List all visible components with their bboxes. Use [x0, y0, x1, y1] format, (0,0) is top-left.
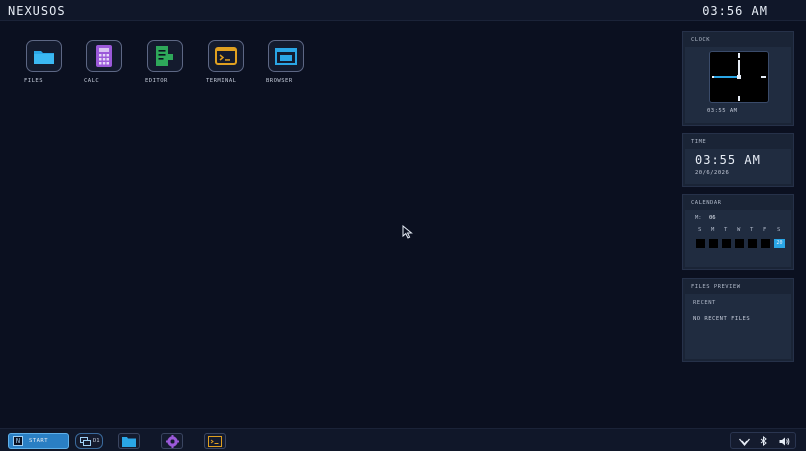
desktop-icon-files[interactable]: FILES	[22, 40, 66, 84]
desktop-icon-label: CALC	[84, 78, 100, 84]
desktop-icon-label: FILES	[24, 78, 44, 84]
desktop-icon-label: EDITOR	[145, 78, 168, 84]
top-bar: NEXUSOS 03:56 AM	[0, 0, 806, 21]
desktop-icon-editor[interactable]: EDITOR	[143, 40, 187, 84]
calendar-day-cell[interactable]	[722, 239, 731, 248]
widget-title: CLOCK	[691, 37, 711, 43]
date-readout: 20/6/2026	[695, 170, 730, 176]
files-preview-widget[interactable]: FILES PREVIEW RECENT NO RECENT FILES	[682, 278, 794, 362]
terminal-icon	[215, 47, 237, 65]
taskbar: N START D1	[0, 428, 806, 451]
weekday-header: T	[750, 227, 754, 233]
weekday-header: M	[711, 227, 715, 233]
widget-title: TIME	[691, 139, 707, 145]
bluetooth-icon[interactable]	[760, 436, 767, 446]
desktop-icon-terminal[interactable]: TERMINAL	[204, 40, 248, 84]
calendar-today-cell[interactable]: 20	[774, 239, 785, 248]
desktop-icon-label: TERMINAL	[206, 78, 237, 84]
desktop-switch-icon	[80, 436, 91, 446]
workspace-button[interactable]: D1	[75, 433, 103, 449]
widget-title: CALENDAR	[691, 200, 722, 206]
browser-window-icon	[275, 47, 297, 65]
time-readout: 03:55 AM	[695, 153, 761, 167]
weekday-header: W	[737, 227, 741, 233]
recent-files-header: RECENT	[693, 300, 716, 306]
start-button[interactable]: N START	[8, 433, 69, 449]
start-logo-icon: N	[13, 436, 23, 446]
calendar-month-prefix: M:	[695, 215, 702, 221]
terminal-icon	[208, 435, 222, 447]
document-edit-icon	[156, 46, 173, 66]
calendar-day-cell[interactable]	[735, 239, 744, 248]
analog-clock	[709, 51, 769, 103]
calendar-day-cell[interactable]	[761, 239, 770, 248]
weekday-header: T	[724, 227, 728, 233]
wifi-icon[interactable]	[739, 438, 750, 446]
gear-icon	[165, 434, 179, 448]
taskbar-settings-button[interactable]	[161, 433, 183, 449]
widget-title: FILES PREVIEW	[691, 284, 741, 290]
workspace-label: D1	[93, 438, 100, 444]
volume-icon[interactable]	[779, 437, 790, 446]
system-tray	[730, 432, 796, 449]
weekday-header: F	[763, 227, 767, 233]
time-widget[interactable]: TIME 03:55 AM 20/6/2026	[682, 133, 794, 187]
weekday-header: S	[777, 227, 781, 233]
clock-widget[interactable]: CLOCK 03:55 AM	[682, 31, 794, 126]
top-clock: 03:56 AM	[702, 4, 768, 18]
desktop-icon-calc[interactable]: CALC	[82, 40, 126, 84]
calendar-day-cell[interactable]	[696, 239, 705, 248]
folder-icon	[34, 50, 54, 64]
no-recent-files-text: NO RECENT FILES	[693, 316, 751, 322]
desktop-icon-label: BROWSER	[266, 78, 293, 84]
weekday-header: S	[698, 227, 702, 233]
brand-title: NEXUSOS	[8, 4, 66, 18]
calendar-widget[interactable]: CALENDAR M: 06 S M T W T F S 20	[682, 194, 794, 270]
clock-digital-readout: 03:55 AM	[707, 108, 738, 114]
mouse-cursor-icon	[402, 225, 413, 239]
desktop-icon-browser[interactable]: BROWSER	[264, 40, 308, 84]
start-label: START	[29, 438, 49, 444]
taskbar-terminal-button[interactable]	[204, 433, 226, 449]
calendar-month: 06	[709, 215, 716, 221]
calendar-day-cell[interactable]	[748, 239, 757, 248]
calculator-icon	[96, 45, 112, 67]
taskbar-files-button[interactable]	[118, 433, 140, 449]
calendar-day-cell[interactable]	[709, 239, 718, 248]
hour-hand	[714, 76, 739, 78]
folder-icon	[122, 436, 136, 447]
